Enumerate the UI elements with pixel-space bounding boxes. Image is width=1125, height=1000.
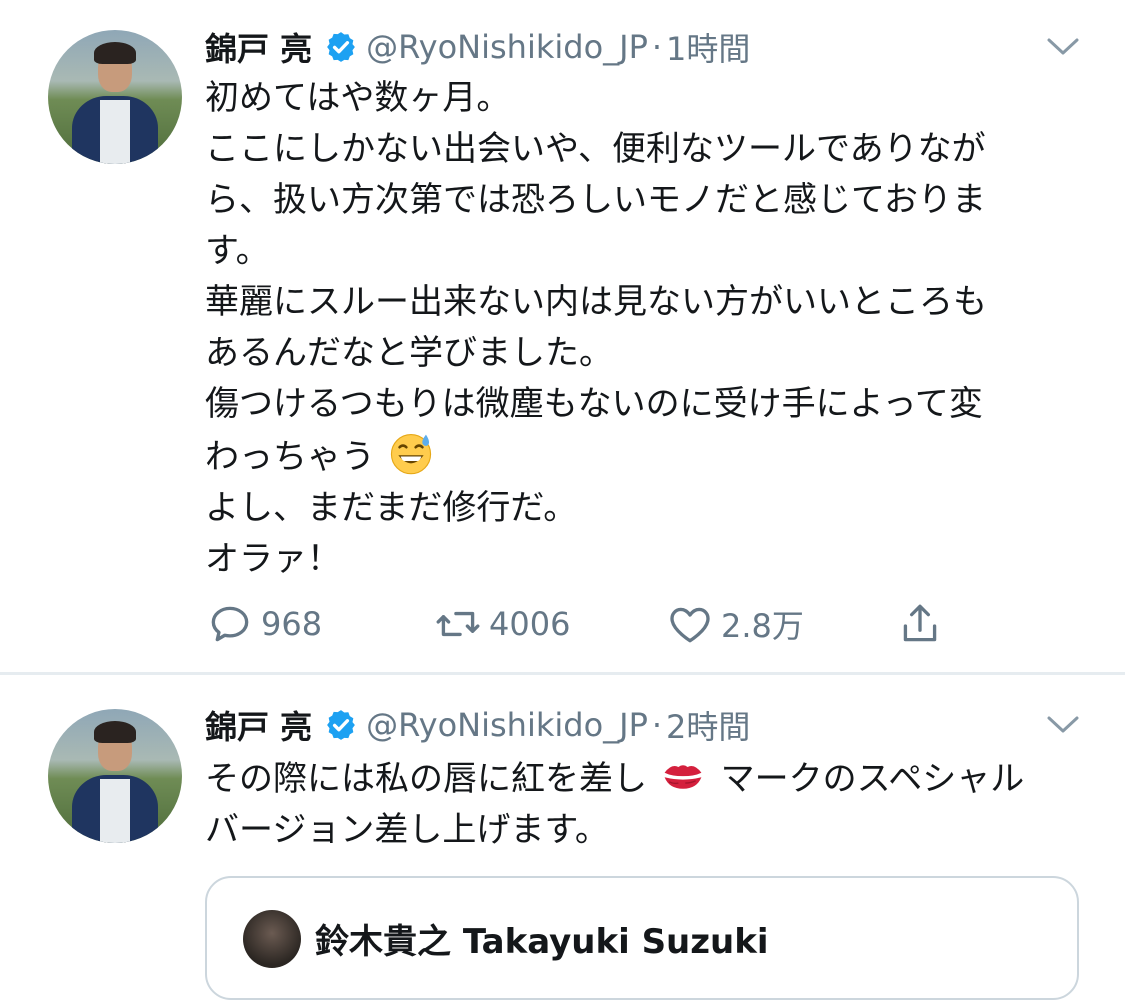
- tweet-line: バージョン差し上げます。: [205, 810, 609, 850]
- author-name[interactable]: 錦戸 亮: [205, 24, 312, 70]
- retweet-icon: [436, 611, 480, 637]
- tweet-line-part: その際には私の唇に紅を差し: [205, 759, 647, 799]
- tweet-line-part: マークのスペシャル: [720, 759, 1025, 799]
- author-avatar[interactable]: [48, 709, 182, 843]
- heart-icon: [670, 607, 710, 643]
- quoted-tweet-card[interactable]: 鈴木貴之 Takayuki Suzuki: [205, 876, 1079, 1000]
- tweet-line: わっちゃう: [205, 437, 375, 477]
- tweet-text: 初めてはや数ヶ月。 ここにしかない出会いや、便利なツールでありなが ら、扱い方次…: [205, 73, 1065, 585]
- tweet-line: ここにしかない出会いや、便利なツールでありなが: [205, 129, 986, 169]
- share-icon: [903, 604, 937, 642]
- tweet-line-with-emoji: わっちゃう: [205, 430, 1065, 483]
- tweet-line: ら、扱い方次第では恐ろしいモノだと感じておりま: [205, 180, 986, 220]
- reply-count: 968: [261, 605, 323, 643]
- author-handle[interactable]: @RyoNishikido_JP: [366, 28, 648, 66]
- tweet-line: オラァ！: [205, 539, 341, 579]
- tweet-header: 錦戸 亮 @RyoNishikido_JP · 2時間: [205, 702, 750, 748]
- tweet-line: 華麗にスルー出来ない内は見ない方がいいところも: [205, 282, 987, 322]
- retweet-count: 4006: [489, 605, 571, 643]
- kiss-mark-emoji-icon: [664, 765, 702, 789]
- reply-button[interactable]: 968: [205, 598, 322, 650]
- tweet-timestamp[interactable]: 1時間: [666, 24, 750, 70]
- quoted-author-avatar[interactable]: [243, 910, 301, 968]
- author-avatar[interactable]: [48, 30, 182, 164]
- author-name[interactable]: 錦戸 亮: [205, 702, 312, 748]
- verified-badge-icon: [327, 710, 356, 740]
- tweet-text: その際には私の唇に紅を差し マークのスペシャル バージョン差し上げます。: [205, 752, 1065, 856]
- tweet-header: 錦戸 亮 @RyoNishikido_JP · 1時間: [205, 24, 750, 70]
- like-button[interactable]: 2.8万: [665, 598, 804, 650]
- tweet-timestamp[interactable]: 2時間: [666, 702, 750, 748]
- retweet-button[interactable]: 4006: [433, 598, 570, 650]
- author-handle[interactable]: @RyoNishikido_JP: [366, 706, 648, 744]
- tweet-1[interactable]: 錦戸 亮 @RyoNishikido_JP · 1時間 初めてはや数ヶ月。 ここ…: [0, 0, 1125, 672]
- tweet-actions: 968 4006 2.8万: [205, 598, 965, 650]
- tweet-divider: [0, 672, 1125, 675]
- chevron-down-icon[interactable]: [1045, 35, 1081, 59]
- tweet-line: 初めてはや数ヶ月。: [205, 78, 511, 118]
- grinning-face-with-sweat-emoji-icon: [390, 434, 431, 475]
- reply-icon: [211, 606, 249, 642]
- like-count: 2.8万: [721, 607, 804, 645]
- tweet-line-with-emoji: その際には私の唇に紅を差し マークのスペシャル: [205, 752, 1065, 805]
- share-button[interactable]: [895, 598, 951, 650]
- tweet-line: す。: [205, 231, 270, 271]
- header-separator: ·: [651, 706, 663, 744]
- chevron-down-icon[interactable]: [1045, 713, 1081, 737]
- verified-badge-icon: [327, 32, 356, 62]
- tweet-2[interactable]: 錦戸 亮 @RyoNishikido_JP · 2時間 その際には私の唇に紅を差…: [0, 676, 1125, 1000]
- tweet-line: あるんだなと学びました。: [205, 333, 613, 373]
- header-separator: ·: [651, 28, 663, 66]
- tweet-line: よし、まだまだ修行だ。: [205, 488, 578, 528]
- tweet-line: 傷つけるつもりは微塵もないのに受け手によって変: [205, 384, 983, 424]
- quoted-tweet-header: 鈴木貴之 Takayuki Suzuki: [315, 922, 769, 962]
